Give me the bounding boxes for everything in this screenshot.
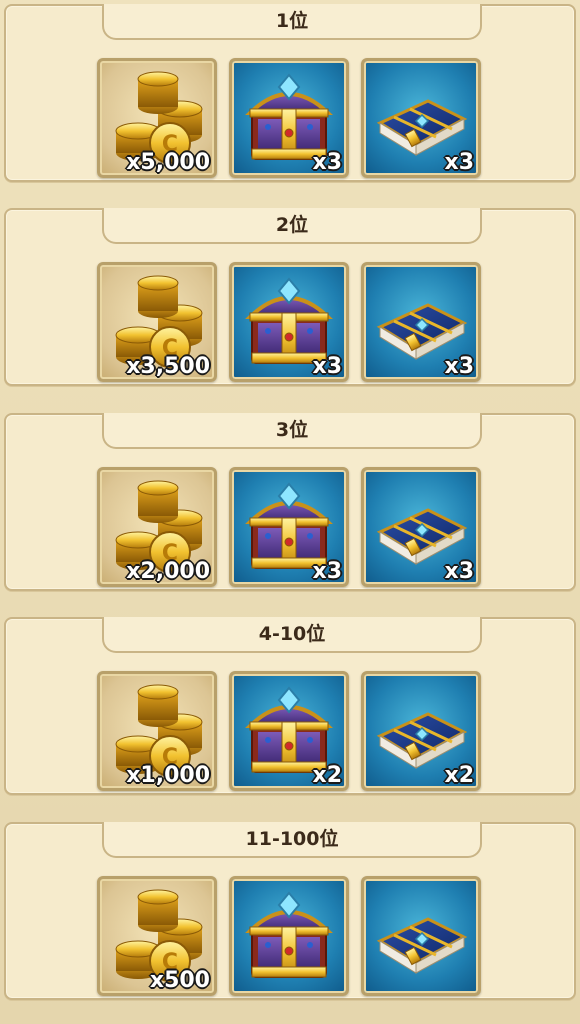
reward-count: x3 bbox=[312, 150, 343, 175]
reward-count: x5,000 bbox=[126, 150, 210, 175]
rank-reward-section: 4-10位 x1,000 x2 x2 bbox=[4, 617, 576, 795]
rank-reward-section: 2位 x3,500 x3 x3 bbox=[4, 208, 576, 386]
reward-item[interactable]: x3 bbox=[229, 467, 349, 587]
rank-label: 11-100位 bbox=[102, 822, 482, 858]
rank-label: 2位 bbox=[102, 208, 482, 244]
reward-item[interactable]: x500 bbox=[97, 876, 217, 996]
reward-item[interactable]: x3 bbox=[361, 262, 481, 382]
reward-count: x3 bbox=[312, 354, 343, 379]
reward-count: x1,000 bbox=[126, 763, 210, 788]
reward-count: x3 bbox=[444, 354, 475, 379]
rank-reward-section: 3位 x2,000 x3 x3 bbox=[4, 413, 576, 591]
reward-item[interactable]: x3 bbox=[229, 262, 349, 382]
rank-label: 4-10位 bbox=[102, 617, 482, 653]
reward-count: x500 bbox=[149, 968, 210, 993]
reward-item[interactable] bbox=[229, 876, 349, 996]
reward-item[interactable]: x3 bbox=[361, 58, 481, 178]
spell-book-icon bbox=[378, 917, 466, 975]
reward-item[interactable]: x5,000 bbox=[97, 58, 217, 178]
reward-list: 1位 x5,000 x3 x3 2位 x3,500 x3 x3 3位 x2,000 x3 x3 4-10… bbox=[0, 0, 580, 1024]
reward-items: x5,000 x3 x3 bbox=[97, 58, 481, 180]
reward-items: x2,000 x3 x3 bbox=[97, 467, 481, 589]
reward-item[interactable] bbox=[361, 876, 481, 996]
reward-item[interactable]: x2,000 bbox=[97, 467, 217, 587]
rank-reward-section: 1位 x5,000 x3 x3 bbox=[4, 4, 576, 182]
reward-item[interactable]: x3 bbox=[229, 58, 349, 178]
reward-item[interactable]: x3 bbox=[361, 467, 481, 587]
reward-item[interactable]: x2 bbox=[361, 671, 481, 791]
treasure-chest-icon bbox=[248, 891, 330, 979]
reward-item[interactable]: x1,000 bbox=[97, 671, 217, 791]
reward-count: x2 bbox=[312, 763, 343, 788]
reward-items: x500 bbox=[97, 876, 481, 998]
reward-item[interactable]: x3,500 bbox=[97, 262, 217, 382]
rank-label: 3位 bbox=[102, 413, 482, 449]
reward-count: x2,000 bbox=[126, 559, 210, 584]
reward-item[interactable]: x2 bbox=[229, 671, 349, 791]
reward-count: x2 bbox=[444, 763, 475, 788]
reward-count: x3 bbox=[312, 559, 343, 584]
reward-items: x1,000 x2 x2 bbox=[97, 671, 481, 793]
reward-items: x3,500 x3 x3 bbox=[97, 262, 481, 384]
reward-count: x3 bbox=[444, 559, 475, 584]
rank-reward-section: 11-100位 x500 bbox=[4, 822, 576, 1000]
reward-count: x3,500 bbox=[126, 354, 210, 379]
reward-count: x3 bbox=[444, 150, 475, 175]
rank-label: 1位 bbox=[102, 4, 482, 40]
